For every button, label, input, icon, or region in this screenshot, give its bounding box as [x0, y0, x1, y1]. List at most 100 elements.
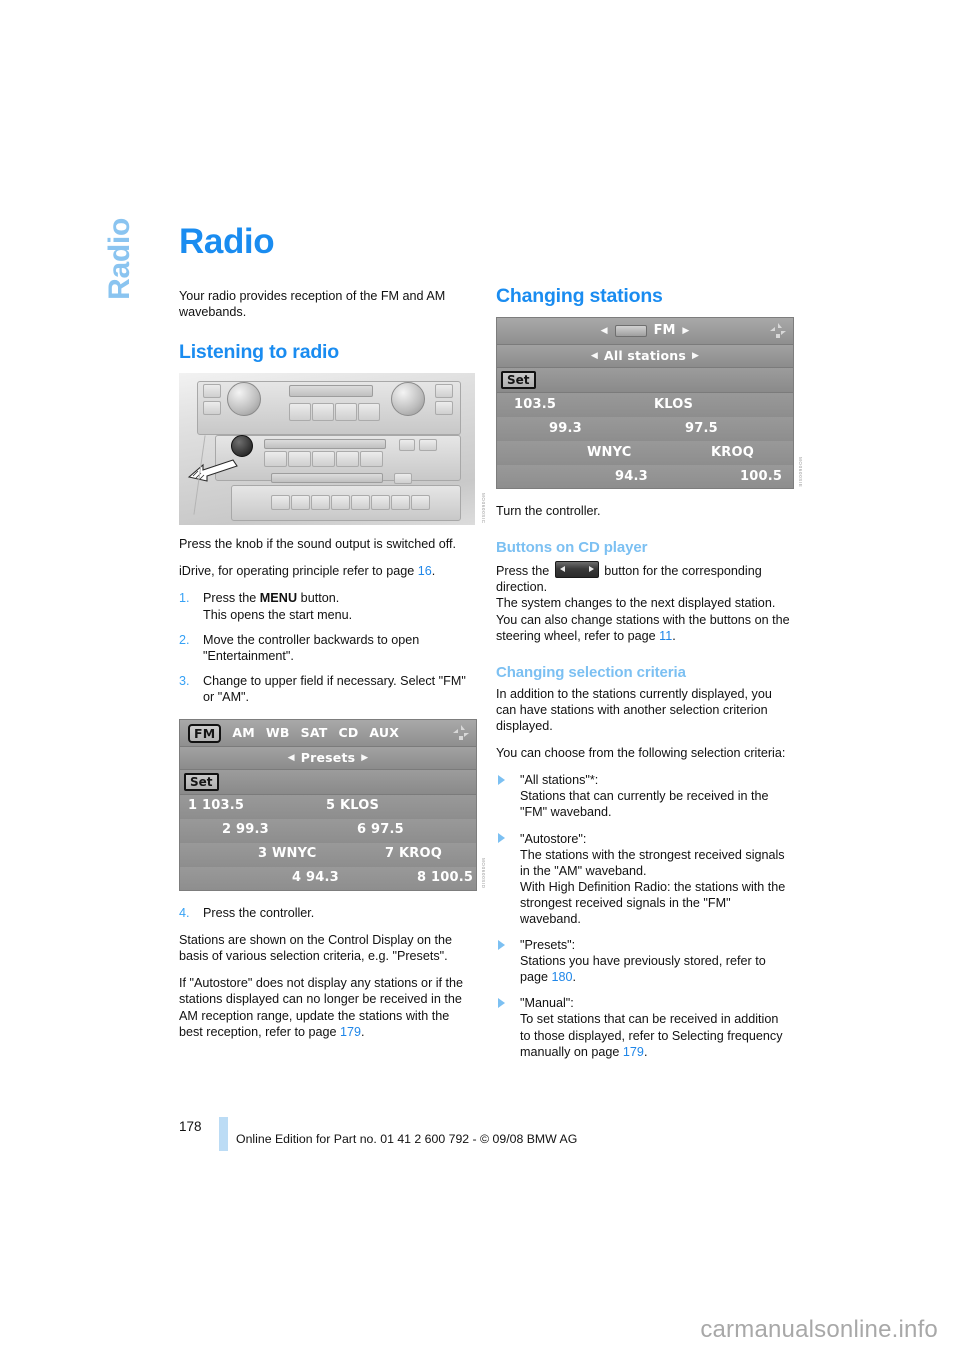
bullet-item-manual: "Manual": To set stations that can be re… [496, 995, 792, 1059]
preset-1[interactable]: 1 103.5 [188, 798, 244, 814]
autostore-paragraph: If "Autostore" does not display any stat… [179, 975, 475, 1039]
step-number: 4. [179, 906, 190, 921]
tab-wb[interactable]: WB [266, 725, 290, 741]
tab-fm[interactable]: FM [188, 723, 222, 743]
preset-2[interactable]: 2 99.3 [222, 822, 269, 838]
step-text: Change to upper field if necessary. Sele… [203, 673, 466, 704]
cd-station-row[interactable]: 99.3 97.5 [497, 417, 793, 442]
step-text: Press the controller. [203, 906, 315, 921]
station-3[interactable]: WNYC [587, 445, 632, 461]
station-6[interactable]: 97.5 [685, 421, 718, 437]
triangle-bullet-icon [498, 997, 505, 1008]
bullet-body-end: . [643, 1044, 648, 1059]
step-number: 3. [179, 673, 190, 688]
cd-station-row[interactable]: 103.5 KLOS [497, 393, 793, 418]
idrive-paragraph: iDrive, for operating principle refer to… [179, 563, 475, 579]
navigation-icon[interactable] [452, 724, 470, 742]
preset-5[interactable]: 5 KLOS [326, 798, 379, 814]
preset-4[interactable]: 4 94.3 [292, 870, 339, 886]
station-5[interactable]: KLOS [654, 397, 693, 413]
section-heading-listening-to-radio: Listening to radio [179, 341, 339, 364]
chevron-right-icon[interactable]: ▶ [682, 323, 689, 339]
cd-set-row: Set [497, 368, 793, 394]
cd-station-row[interactable]: WNYC KROQ [497, 441, 793, 466]
waveband-badge-icon [614, 325, 647, 338]
criteria-paragraph-2: You can choose from the following select… [496, 746, 786, 761]
step-item-4: 4. Press the controller. [179, 905, 475, 921]
bullet-body: Stations that can currently be received … [520, 789, 769, 820]
cd-criteria-label: All stations [603, 348, 687, 364]
sub-heading-buttons-on-cd-player: Buttons on CD player [496, 539, 648, 557]
step-number: 2. [179, 632, 190, 647]
bullet-body: The stations with the strongest received… [520, 847, 785, 878]
page-footer: 178 Online Edition for Part no. 01 41 2 … [179, 1117, 799, 1153]
cd-next-station-paragraph: The system changes to the next displayed… [496, 596, 776, 611]
cd-preset-row[interactable]: 1 103.5 5 KLOS [180, 795, 476, 820]
pointer-arrow-icon [187, 459, 238, 482]
cd-preset-row[interactable]: 2 99.3 6 97.5 [180, 819, 476, 844]
figure-reference-code: MO0600SID [481, 858, 486, 890]
triangle-bullet-icon [498, 833, 505, 843]
bullet-title: "Presets": [520, 938, 576, 953]
tab-sat[interactable]: SAT [301, 725, 328, 741]
idrive-text: iDrive, for operating principle refer to… [179, 564, 418, 579]
step-text: Press the [203, 591, 260, 606]
step-item-2: 2. Move the controller backwards to open… [179, 632, 475, 664]
chevron-left-icon[interactable]: ◀ [288, 750, 295, 766]
step-text: Move the controller backwards to open "E… [203, 632, 420, 663]
site-watermark: carmanualsonline.info [700, 1316, 938, 1343]
presets-control-display: FM AM WB SAT CD AUX ◀ Presets ▶ Set 1 10… [179, 719, 477, 892]
page-ref-179b: 179 [622, 1044, 644, 1059]
tab-cd[interactable]: CD [338, 725, 358, 741]
footer-accent-bar [219, 1117, 228, 1151]
preset-3[interactable]: 3 WNYC [258, 846, 316, 862]
station-1[interactable]: 103.5 [514, 397, 556, 413]
station-2[interactable]: 99.3 [549, 421, 582, 437]
station-7[interactable]: KROQ [711, 445, 754, 461]
preset-6[interactable]: 6 97.5 [357, 822, 404, 838]
cd-press-paragraph: Press the button for the corresponding d… [496, 561, 792, 595]
seek-button-icon [554, 561, 599, 579]
page-ref-179: 179 [340, 1024, 362, 1039]
criteria-paragraph-1: In addition to the stations currently di… [496, 686, 772, 734]
set-button[interactable]: Set [184, 773, 219, 792]
step-subtext: This opens the start menu. [203, 607, 353, 622]
page-ref-11: 11 [659, 628, 673, 643]
chevron-right-icon[interactable]: ▶ [692, 348, 699, 364]
bullet-body-2: With High Definition Radio: the stations… [520, 879, 786, 926]
tab-aux[interactable]: AUX [369, 725, 399, 741]
cd-preset-row[interactable]: 3 WNYC 7 KROQ [180, 843, 476, 868]
press-knob-paragraph: Press the knob if the sound output is sw… [179, 537, 456, 552]
tab-am[interactable]: AM [232, 725, 255, 741]
navigation-icon[interactable] [769, 322, 787, 340]
bullet-title: "Autostore": [520, 831, 587, 846]
station-4[interactable]: 94.3 [615, 469, 648, 485]
left-column: Your radio provides reception of the FM … [179, 288, 486, 1051]
cd-band-bar[interactable]: ◀ FM ▶ [497, 318, 793, 346]
cd-criteria-selector[interactable]: ◀ All stations ▶ [497, 345, 793, 369]
stations-shown-paragraph: Stations are shown on the Control Displa… [179, 933, 453, 964]
cd-station-row[interactable]: 94.3 100.5 [497, 465, 793, 489]
section-heading-changing-stations: Changing stations [496, 285, 663, 307]
audio-console-photo [179, 373, 475, 526]
cd-preset-row[interactable]: 4 94.3 8 100.5 [180, 867, 476, 891]
manual-page: Radio Radio Your radio provides receptio… [0, 0, 960, 1358]
chevron-left-icon[interactable]: ◀ [601, 323, 608, 339]
preset-8[interactable]: 8 100.5 [417, 870, 473, 886]
footer-edition-text: Online Edition for Part no. 01 41 2 600 … [236, 1132, 578, 1146]
cd-band-label: Presets [300, 749, 356, 765]
autostore-text-end: . [361, 1024, 365, 1039]
cd-band-label: FM [653, 323, 676, 339]
cd-steering-wheel-paragraph: You can also change stations with the bu… [496, 612, 792, 644]
bullet-item-all-stations: "All stations"*: Stations that can curre… [496, 772, 792, 820]
step-text-end: button. [297, 591, 340, 606]
bullet-title: "Manual": [520, 996, 574, 1011]
preset-7[interactable]: 7 KROQ [385, 846, 442, 862]
chevron-left-icon[interactable]: ◀ [591, 348, 598, 364]
station-8[interactable]: 100.5 [740, 469, 782, 485]
sub-heading-changing-selection-criteria: Changing selection criteria [496, 663, 686, 681]
set-button[interactable]: Set [501, 371, 536, 390]
autostore-text: If "Autostore" does not display any stat… [179, 976, 464, 1039]
chevron-right-icon[interactable]: ▶ [361, 750, 368, 766]
cd-band-selector[interactable]: ◀ Presets ▶ [180, 747, 476, 771]
